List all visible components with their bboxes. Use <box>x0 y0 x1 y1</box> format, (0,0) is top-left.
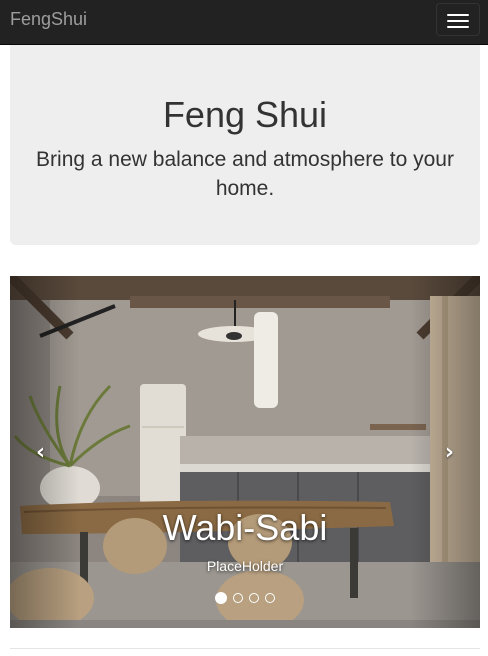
divider <box>10 648 480 649</box>
carousel-prev-button[interactable]: ‹ <box>10 276 80 628</box>
chevron-left-icon: ‹ <box>36 440 46 465</box>
carousel-indicator-dot[interactable] <box>249 593 259 603</box>
carousel: ‹ › Wabi-Sabi PlaceHolder <box>10 276 480 628</box>
carousel-indicator-dot[interactable] <box>265 593 275 603</box>
chevron-right-icon: › <box>444 440 454 465</box>
carousel-next-button[interactable]: › <box>410 276 480 628</box>
carousel-caption-title: Wabi-Sabi <box>162 507 328 548</box>
jumbotron: Feng Shui Bring a new balance and atmosp… <box>10 45 480 245</box>
hamburger-menu-icon <box>447 14 469 16</box>
navbar-toggle-button[interactable] <box>436 3 480 36</box>
carousel-indicator-dot[interactable] <box>215 592 227 604</box>
brand-link[interactable]: FengShui <box>10 9 87 30</box>
hamburger-menu-icon-bar <box>447 20 469 22</box>
page-subtitle: Bring a new balance and atmosphere to yo… <box>36 148 454 200</box>
page-title: Feng Shui <box>162 94 328 135</box>
carousel-indicator-dot[interactable] <box>233 593 243 603</box>
hamburger-menu-icon-bar <box>447 26 469 28</box>
navbar: FengShui <box>0 0 488 45</box>
carousel-caption-text: PlaceHolder <box>206 558 284 574</box>
carousel-caption: Wabi-Sabi PlaceHolder <box>10 507 480 575</box>
carousel-indicators <box>10 592 480 604</box>
